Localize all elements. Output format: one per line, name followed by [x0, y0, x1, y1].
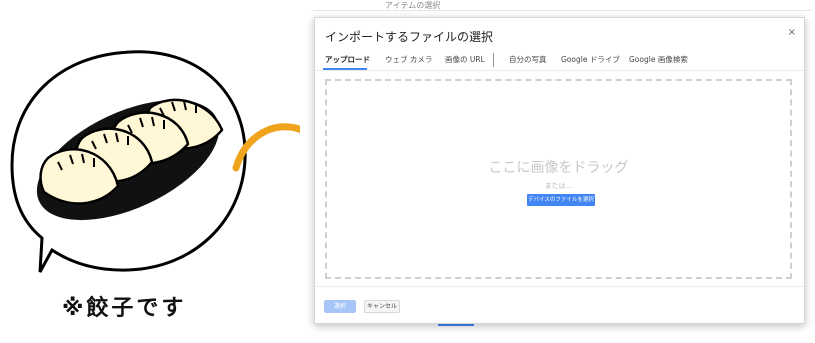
- active-tab-indicator: [323, 68, 367, 70]
- tab-image-url[interactable]: 画像の URL: [445, 54, 485, 65]
- dialog-title: インポートするファイルの選択: [325, 30, 494, 44]
- tab-bar: アップロード ウェブ カメラ 画像の URL 自分の写真 Google ドライブ…: [315, 51, 804, 71]
- tab-webcam[interactable]: ウェブ カメラ: [385, 54, 432, 65]
- import-file-dialog: インポートするファイルの選択 × アップロード ウェブ カメラ 画像の URL …: [314, 17, 805, 324]
- divider: [312, 10, 812, 11]
- drop-zone-or-text: または...: [544, 182, 573, 190]
- gyoza-illustration: ※餃子です: [0, 0, 342, 339]
- tab-my-photos[interactable]: 自分の写真: [509, 54, 547, 65]
- background-bottom-bar: [320, 322, 810, 339]
- select-button[interactable]: 選択: [324, 300, 356, 313]
- footer-divider: [315, 286, 804, 287]
- drop-zone-title: ここに画像をドラッグ: [488, 160, 629, 176]
- close-icon[interactable]: ×: [788, 27, 796, 38]
- tab-google-drive[interactable]: Google ドライブ: [561, 54, 620, 65]
- drop-zone[interactable]: ここに画像をドラッグ または... デバイスのファイルを選択: [325, 79, 792, 279]
- cancel-button[interactable]: キャンセル: [364, 300, 400, 313]
- tab-upload[interactable]: アップロード: [325, 54, 370, 65]
- tab-separator: [493, 53, 494, 67]
- caption: ※餃子です: [62, 296, 187, 321]
- tab-google-image-search[interactable]: Google 画像検索: [629, 54, 688, 65]
- select-from-device-button[interactable]: デバイスのファイルを選択: [527, 194, 595, 206]
